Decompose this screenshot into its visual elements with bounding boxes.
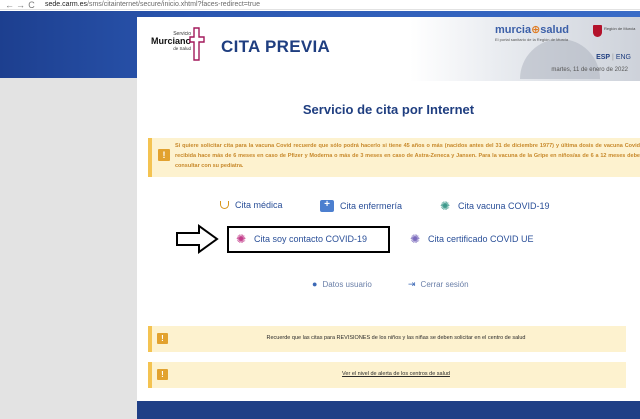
brand-name: murcia⊕salud bbox=[495, 23, 585, 36]
lang-separator: | bbox=[612, 54, 614, 61]
brand-part2: salud bbox=[540, 24, 570, 36]
page-title: CITA PREVIA bbox=[221, 37, 331, 56]
warning-text: Si quiere solicitar cita para la vacuna … bbox=[175, 143, 640, 169]
brand-plus-icon: ⊕ bbox=[531, 24, 541, 36]
cita-enfermeria-link[interactable]: Cita enfermería bbox=[320, 199, 403, 212]
logo-line3: de Salud bbox=[173, 46, 191, 51]
cita-certificado-link[interactable]: ✺ Cita certificado COVID UE bbox=[408, 233, 534, 245]
region-crest-icon bbox=[593, 25, 602, 37]
covid-warning-box: ! Si quiere solicitar cita para la vacun… bbox=[148, 138, 640, 177]
current-date: martes, 11 de enero de 2022 bbox=[551, 67, 628, 73]
user-icon: ● bbox=[312, 279, 318, 289]
url-host: sede.carm.es bbox=[45, 0, 88, 8]
service-title: Servicio de cita por Internet bbox=[302, 102, 475, 117]
cerrar-sesion-label: Cerrar sesión bbox=[420, 280, 469, 289]
murcia-salud-logo[interactable]: murcia⊕salud El portal sanitario de la R… bbox=[495, 23, 585, 42]
cita-vacuna-label: Cita vacuna COVID-19 bbox=[458, 201, 550, 211]
cita-contacto-label: Cita soy contacto COVID-19 bbox=[254, 234, 368, 244]
forward-icon[interactable]: → bbox=[15, 0, 26, 10]
lang-esp[interactable]: ESP bbox=[596, 54, 610, 61]
url-field[interactable]: sede.carm.es/sms/citainternet/secure/ini… bbox=[45, 0, 260, 10]
lang-eng[interactable]: ENG bbox=[616, 54, 631, 61]
nivel-alerta-link[interactable]: Ver el nivel de alerta de los centros de… bbox=[172, 371, 620, 377]
url-path: /sms/citainternet/secure/inicio.xhtml?fa… bbox=[87, 0, 260, 8]
alerta-notice: ! Ver el nivel de alerta de los centros … bbox=[148, 362, 626, 388]
warning-icon: ! bbox=[157, 369, 168, 380]
brand-subtitle: El portal sanitario de la Región de Murc… bbox=[495, 37, 569, 42]
datos-usuario-label: Datos usuario bbox=[322, 279, 372, 289]
cita-contacto-link[interactable]: ✺ Cita soy contacto COVID-19 bbox=[234, 233, 367, 245]
brand-part1: murcia bbox=[495, 24, 532, 36]
cita-medica-label: Cita médica bbox=[235, 200, 283, 210]
reload-icon[interactable]: C bbox=[26, 0, 37, 10]
first-aid-icon bbox=[320, 199, 334, 212]
cita-vacuna-link[interactable]: ✺ Cita vacuna COVID-19 bbox=[438, 200, 550, 212]
stethoscope-icon bbox=[220, 201, 229, 209]
arrow-right-icon bbox=[176, 224, 219, 254]
virus-icon: ✺ bbox=[439, 199, 451, 213]
region-text: Región de Murcia bbox=[604, 26, 636, 31]
cita-certificado-label: Cita certificado COVID UE bbox=[428, 234, 534, 244]
cerrar-sesion-link[interactable]: ⇥ Cerrar sesión bbox=[408, 279, 469, 290]
cita-medica-link[interactable]: Cita médica bbox=[218, 200, 283, 210]
virus-icon: ✺ bbox=[409, 232, 421, 246]
virus-icon: ✺ bbox=[235, 232, 247, 246]
logo-line2: Murciano bbox=[150, 36, 191, 46]
datos-usuario-link[interactable]: ● Datos usuario bbox=[312, 279, 372, 289]
revisiones-notice-text: Recuerde que las citas para REVISIONES d… bbox=[266, 335, 526, 341]
left-gutter bbox=[0, 78, 137, 419]
back-icon[interactable]: ← bbox=[4, 0, 15, 10]
logout-icon: ⇥ bbox=[408, 279, 416, 289]
site-header: Servicio Murciano de Salud CITA PREVIA m… bbox=[137, 17, 640, 81]
cita-enfermeria-label: Cita enfermería bbox=[340, 201, 403, 211]
sms-logo[interactable]: Servicio Murciano de Salud bbox=[145, 25, 205, 65]
logo-cross-icon bbox=[189, 27, 205, 61]
warning-icon: ! bbox=[157, 333, 168, 344]
revisiones-notice: ! Recuerde que las citas para REVISIONES… bbox=[148, 326, 626, 352]
logo-text: Servicio Murciano de Salud bbox=[145, 31, 191, 52]
warning-icon: ! bbox=[158, 149, 170, 161]
footer-band bbox=[137, 401, 640, 419]
language-switcher: ESP | ENG bbox=[596, 54, 631, 61]
browser-address-bar: ← → C sede.carm.es/sms/citainternet/secu… bbox=[0, 0, 640, 10]
